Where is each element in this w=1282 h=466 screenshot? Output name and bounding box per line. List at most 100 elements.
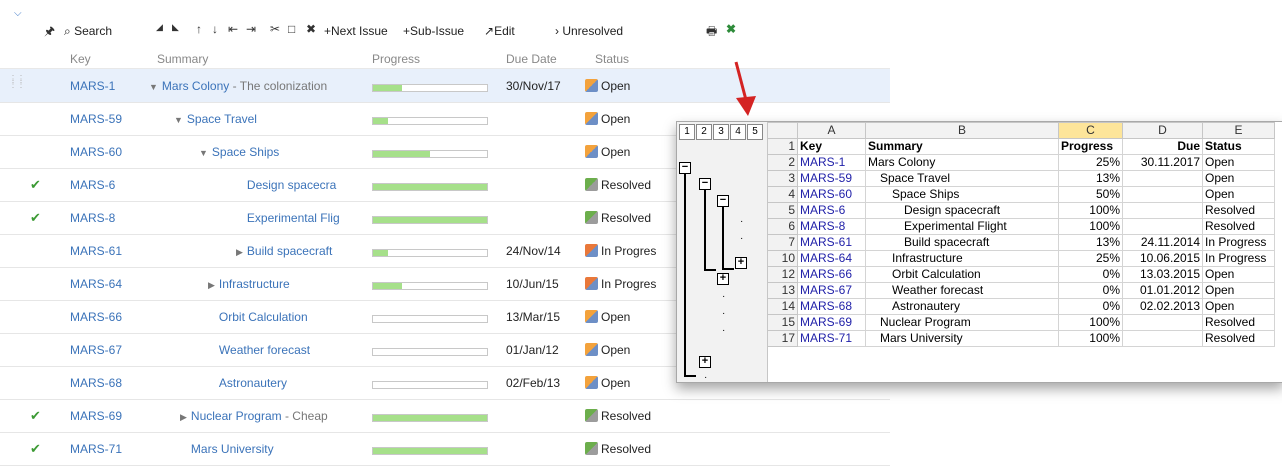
cell-due[interactable]: 01.01.2012: [1122, 282, 1203, 299]
column-letter-header[interactable]: D: [1122, 122, 1203, 139]
cell-due[interactable]: [1122, 186, 1203, 203]
cell-progress[interactable]: 0%: [1058, 282, 1123, 299]
cell-due[interactable]: 10.06.2015: [1122, 250, 1203, 267]
issue-key[interactable]: MARS-60: [70, 145, 122, 159]
drag-handle-icon[interactable]: ⋮⋮ ⋮⋮: [8, 75, 26, 90]
pin-icon[interactable]: 🖈: [44, 22, 55, 43]
cell-due[interactable]: [1122, 170, 1203, 187]
unresolved-filter-button[interactable]: › Unresolved: [555, 24, 623, 38]
cell-progress[interactable]: 13%: [1058, 170, 1123, 187]
outline-collapse-icon[interactable]: −: [699, 178, 711, 190]
column-header-key[interactable]: Key: [70, 52, 91, 66]
delete-icon[interactable]: ✖: [306, 22, 316, 36]
row-number[interactable]: 6: [767, 218, 798, 235]
row-number[interactable]: 5: [767, 202, 798, 219]
column-header-summary[interactable]: Summary: [157, 52, 208, 66]
cell-key[interactable]: MARS-6: [797, 202, 866, 219]
cell-status[interactable]: Open: [1202, 298, 1275, 315]
row-number[interactable]: 7: [767, 234, 798, 251]
issue-summary[interactable]: ▶Design spacecra: [236, 178, 360, 192]
issue-summary[interactable]: ▼ Space Ships: [199, 145, 360, 159]
cell-progress[interactable]: 100%: [1058, 314, 1123, 331]
column-header-due-date[interactable]: Due Date: [506, 52, 557, 66]
row-number[interactable]: 15: [767, 314, 798, 331]
cell-summary[interactable]: Infrastructure: [865, 250, 1059, 267]
row-number[interactable]: 17: [767, 330, 798, 347]
issue-summary[interactable]: ▶Experimental Flig: [236, 211, 360, 225]
outline-level-button[interactable]: 3: [713, 124, 729, 140]
outline-expand-icon[interactable]: +: [717, 273, 729, 285]
edit-button[interactable]: ↗Edit: [484, 24, 515, 38]
print-icon[interactable]: 🖶: [706, 22, 717, 43]
row-number[interactable]: 1: [767, 138, 798, 155]
cell-summary[interactable]: Orbit Calculation: [865, 266, 1059, 283]
cell-key[interactable]: MARS-1: [797, 154, 866, 171]
expanded-arrow-icon[interactable]: ▼: [149, 82, 158, 92]
cell-progress[interactable]: 25%: [1058, 250, 1123, 267]
cell-due[interactable]: [1122, 314, 1203, 331]
cell-key[interactable]: MARS-68: [797, 298, 866, 315]
issue-key[interactable]: MARS-68: [70, 376, 122, 390]
column-letter-header[interactable]: C: [1058, 122, 1123, 139]
table-row[interactable]: ✔ MARS-69 ▶ Nuclear Program - Cheap Resolved: [0, 399, 890, 433]
issue-key[interactable]: MARS-69: [70, 409, 122, 423]
cell-key[interactable]: MARS-67: [797, 282, 866, 299]
header-cell-key[interactable]: Key: [797, 138, 866, 155]
cell-key[interactable]: MARS-71: [797, 330, 866, 347]
header-cell-status[interactable]: Status: [1202, 138, 1275, 155]
cell-due[interactable]: [1122, 330, 1203, 347]
collapsed-arrow-icon[interactable]: ▶: [236, 247, 243, 257]
cell-key[interactable]: MARS-8: [797, 218, 866, 235]
expanded-arrow-icon[interactable]: ▼: [199, 148, 208, 158]
row-number[interactable]: 12: [767, 266, 798, 283]
move-down-icon[interactable]: ↓: [212, 22, 218, 36]
outline-collapse-icon[interactable]: −: [679, 162, 691, 174]
issue-key[interactable]: MARS-8: [70, 211, 115, 225]
cell-progress[interactable]: 25%: [1058, 154, 1123, 171]
cell-summary[interactable]: Astronautery: [865, 298, 1059, 315]
issue-summary[interactable]: ▶ Nuclear Program - Cheap: [180, 409, 360, 423]
cell-due[interactable]: [1122, 218, 1203, 235]
issue-summary[interactable]: ▶Orbit Calculation: [208, 310, 360, 324]
cell-due[interactable]: [1122, 202, 1203, 219]
paste-icon[interactable]: □: [288, 22, 295, 36]
issue-key[interactable]: MARS-59: [70, 112, 122, 126]
issue-key[interactable]: MARS-71: [70, 442, 122, 456]
row-number[interactable]: 4: [767, 186, 798, 203]
table-row[interactable]: ✔ MARS-71 ▶Mars University Resolved: [0, 432, 890, 466]
row-number[interactable]: 13: [767, 282, 798, 299]
issue-summary[interactable]: ▼ Space Travel: [174, 112, 360, 126]
cell-progress[interactable]: 100%: [1058, 330, 1123, 347]
outline-level-button[interactable]: 4: [730, 124, 746, 140]
issue-key[interactable]: MARS-66: [70, 310, 122, 324]
outline-level-button[interactable]: 5: [747, 124, 763, 140]
cell-due[interactable]: 24.11.2014: [1122, 234, 1203, 251]
outline-expand-icon[interactable]: +: [699, 356, 711, 368]
cell-status[interactable]: Open: [1202, 186, 1275, 203]
column-header-progress[interactable]: Progress: [372, 52, 420, 66]
cell-summary[interactable]: Mars Colony: [865, 154, 1059, 171]
cell-summary[interactable]: Experimental Flight: [865, 218, 1059, 235]
row-number[interactable]: 14: [767, 298, 798, 315]
issue-summary[interactable]: ▶ Build spacecraft: [236, 244, 360, 258]
cell-status[interactable]: Open: [1202, 154, 1275, 171]
cell-key[interactable]: MARS-66: [797, 266, 866, 283]
cell-key[interactable]: MARS-64: [797, 250, 866, 267]
issue-summary[interactable]: ▶Weather forecast: [208, 343, 360, 357]
column-letter-header[interactable]: E: [1202, 122, 1275, 139]
issue-key[interactable]: MARS-64: [70, 277, 122, 291]
cell-due[interactable]: 13.03.2015: [1122, 266, 1203, 283]
header-cell-due[interactable]: Due: [1122, 138, 1203, 155]
next-issue-button[interactable]: +Next Issue: [324, 24, 388, 38]
cell-progress[interactable]: 0%: [1058, 266, 1123, 283]
header-cell-summary[interactable]: Summary: [865, 138, 1059, 155]
move-up-icon[interactable]: ↑: [196, 22, 202, 36]
cell-due[interactable]: 02.02.2013: [1122, 298, 1203, 315]
outline-expand-icon[interactable]: +: [735, 257, 747, 269]
excel-export-icon[interactable]: ✖: [726, 22, 736, 36]
row-number[interactable]: 10: [767, 250, 798, 267]
column-letter-header[interactable]: B: [865, 122, 1059, 139]
column-header-status[interactable]: Status: [595, 52, 629, 66]
cell-progress[interactable]: 0%: [1058, 298, 1123, 315]
outline-collapse-icon[interactable]: −: [717, 195, 729, 207]
